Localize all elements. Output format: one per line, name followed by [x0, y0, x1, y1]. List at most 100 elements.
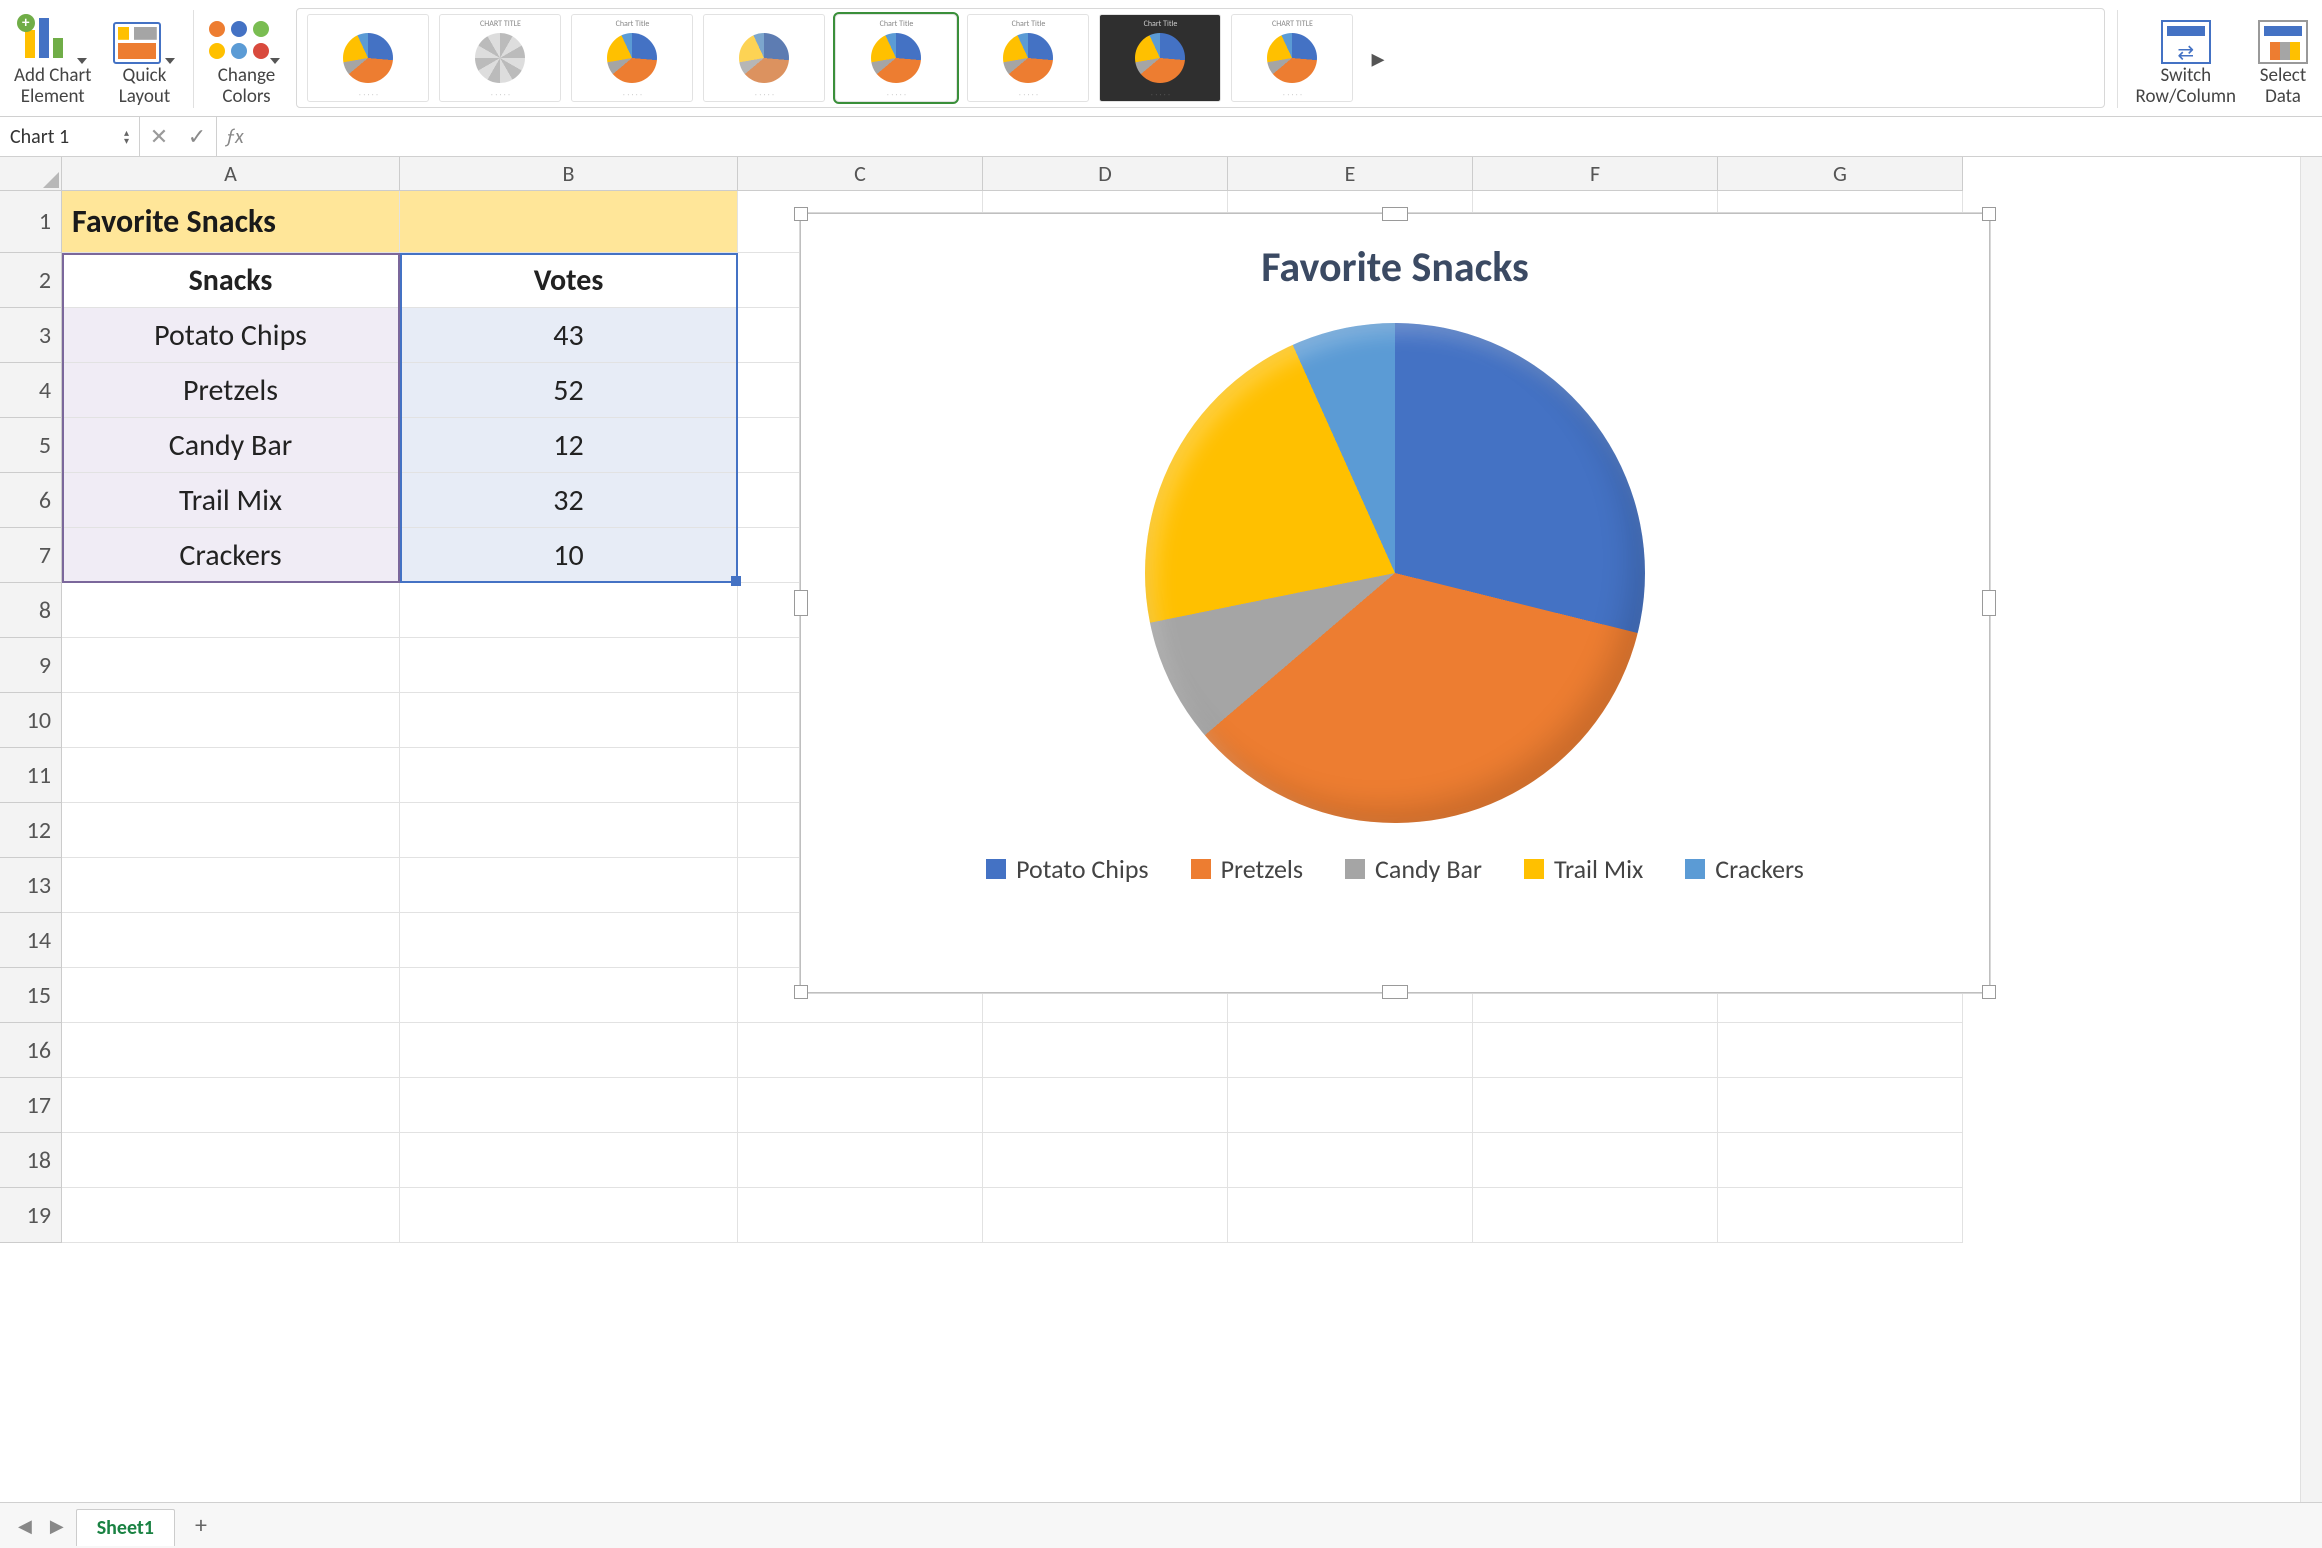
cell-G19[interactable]: [1718, 1188, 1963, 1243]
cell-G18[interactable]: [1718, 1133, 1963, 1188]
cell-A4[interactable]: Pretzels: [62, 363, 400, 418]
cell-D17[interactable]: [983, 1078, 1228, 1133]
switch-row-column-button[interactable]: SwitchRow/Column: [2130, 4, 2242, 114]
cell-E16[interactable]: [1228, 1023, 1473, 1078]
cell-E19[interactable]: [1228, 1188, 1473, 1243]
cell-B13[interactable]: [400, 858, 738, 913]
cell-A19[interactable]: [62, 1188, 400, 1243]
resize-handle[interactable]: [794, 207, 808, 221]
column-header-B[interactable]: B: [400, 157, 738, 191]
chart-style-thumb-8[interactable]: CHART TITLE·····: [1231, 14, 1353, 102]
select-all-corner[interactable]: [0, 157, 62, 191]
cell-G17[interactable]: [1718, 1078, 1963, 1133]
column-header-A[interactable]: A: [62, 157, 400, 191]
cell-B16[interactable]: [400, 1023, 738, 1078]
cell-B4[interactable]: 52: [400, 363, 738, 418]
cell-A17[interactable]: [62, 1078, 400, 1133]
legend-item[interactable]: Pretzels: [1191, 853, 1303, 885]
resize-handle[interactable]: [1382, 207, 1408, 221]
cell-D18[interactable]: [983, 1133, 1228, 1188]
row-header-1[interactable]: 1: [0, 191, 62, 253]
cell-B18[interactable]: [400, 1133, 738, 1188]
row-header-13[interactable]: 13: [0, 858, 62, 913]
cell-B1[interactable]: [400, 191, 738, 253]
chart-style-thumb-6[interactable]: Chart Title·····: [967, 14, 1089, 102]
chart-object[interactable]: Favorite Snacks Potato Chips Pretzels Cand…: [800, 213, 1990, 993]
chart-title[interactable]: Favorite Snacks: [801, 242, 1989, 293]
row-header-19[interactable]: 19: [0, 1188, 62, 1243]
row-header-2[interactable]: 2: [0, 253, 62, 308]
row-header-16[interactable]: 16: [0, 1023, 62, 1078]
legend-item[interactable]: Crackers: [1685, 853, 1804, 885]
resize-handle[interactable]: [1382, 985, 1408, 999]
vertical-scrollbar[interactable]: [2300, 157, 2322, 1502]
formula-input[interactable]: [252, 117, 2322, 156]
cell-A18[interactable]: [62, 1133, 400, 1188]
chart-legend[interactable]: Potato ChipsPretzelsCandy BarTrail MixCr…: [801, 853, 1989, 885]
chart-style-thumb-4[interactable]: ·····: [703, 14, 825, 102]
cell-B10[interactable]: [400, 693, 738, 748]
cell-A15[interactable]: [62, 968, 400, 1023]
cell-D16[interactable]: [983, 1023, 1228, 1078]
legend-item[interactable]: Potato Chips: [986, 853, 1148, 885]
cell-B12[interactable]: [400, 803, 738, 858]
cell-C19[interactable]: [738, 1188, 983, 1243]
cell-B3[interactable]: 43: [400, 308, 738, 363]
cell-F16[interactable]: [1473, 1023, 1718, 1078]
row-header-12[interactable]: 12: [0, 803, 62, 858]
chart-style-thumb-7[interactable]: Chart Title·····: [1099, 14, 1221, 102]
row-header-10[interactable]: 10: [0, 693, 62, 748]
cell-B8[interactable]: [400, 583, 738, 638]
cell-A5[interactable]: Candy Bar: [62, 418, 400, 473]
column-header-G[interactable]: G: [1718, 157, 1963, 191]
cell-G16[interactable]: [1718, 1023, 1963, 1078]
row-header-5[interactable]: 5: [0, 418, 62, 473]
cell-C16[interactable]: [738, 1023, 983, 1078]
cell-A3[interactable]: Potato Chips: [62, 308, 400, 363]
gallery-more-button[interactable]: ▸: [1363, 42, 1392, 74]
tab-next-button[interactable]: ▶: [44, 1515, 70, 1537]
cell-C17[interactable]: [738, 1078, 983, 1133]
cell-F17[interactable]: [1473, 1078, 1718, 1133]
change-colors-button[interactable]: ChangeColors: [206, 4, 286, 114]
resize-handle[interactable]: [1982, 985, 1996, 999]
legend-item[interactable]: Candy Bar: [1345, 853, 1482, 885]
cell-A2[interactable]: Snacks: [62, 253, 400, 308]
name-box[interactable]: Chart 1 ▴▾: [0, 117, 140, 156]
cell-B2[interactable]: Votes: [400, 253, 738, 308]
row-header-14[interactable]: 14: [0, 913, 62, 968]
resize-handle[interactable]: [1982, 207, 1996, 221]
row-header-8[interactable]: 8: [0, 583, 62, 638]
cell-A12[interactable]: [62, 803, 400, 858]
quick-layout-button[interactable]: QuickLayout: [107, 4, 181, 114]
chart-style-thumb-3[interactable]: Chart Title·····: [571, 14, 693, 102]
cell-A6[interactable]: Trail Mix: [62, 473, 400, 528]
resize-handle[interactable]: [1982, 590, 1996, 616]
column-header-F[interactable]: F: [1473, 157, 1718, 191]
cell-A10[interactable]: [62, 693, 400, 748]
stepper-icon[interactable]: ▴▾: [124, 129, 129, 145]
worksheet-area[interactable]: ABCDEFG 12345678910111213141516171819 Fa…: [0, 157, 2322, 1502]
chart-styles-gallery[interactable]: ·····CHART TITLE·····Chart Title········…: [296, 8, 2104, 108]
fx-icon[interactable]: ƒx: [216, 117, 252, 156]
cell-F19[interactable]: [1473, 1188, 1718, 1243]
resize-handle[interactable]: [794, 985, 808, 999]
add-sheet-button[interactable]: +: [181, 1511, 221, 1540]
chart-style-thumb-5[interactable]: Chart Title·····: [835, 14, 957, 102]
cell-B11[interactable]: [400, 748, 738, 803]
row-header-18[interactable]: 18: [0, 1133, 62, 1188]
pie-chart-plot[interactable]: [1145, 323, 1645, 823]
sheet-tab[interactable]: Sheet1: [76, 1509, 175, 1546]
cell-E18[interactable]: [1228, 1133, 1473, 1188]
row-header-9[interactable]: 9: [0, 638, 62, 693]
row-header-4[interactable]: 4: [0, 363, 62, 418]
accept-formula-button[interactable]: ✓: [178, 123, 216, 150]
row-header-11[interactable]: 11: [0, 748, 62, 803]
resize-handle[interactable]: [794, 590, 808, 616]
cell-B6[interactable]: 32: [400, 473, 738, 528]
cell-B9[interactable]: [400, 638, 738, 693]
cancel-formula-button[interactable]: ✕: [140, 123, 178, 150]
cell-B15[interactable]: [400, 968, 738, 1023]
cell-A13[interactable]: [62, 858, 400, 913]
cell-A9[interactable]: [62, 638, 400, 693]
